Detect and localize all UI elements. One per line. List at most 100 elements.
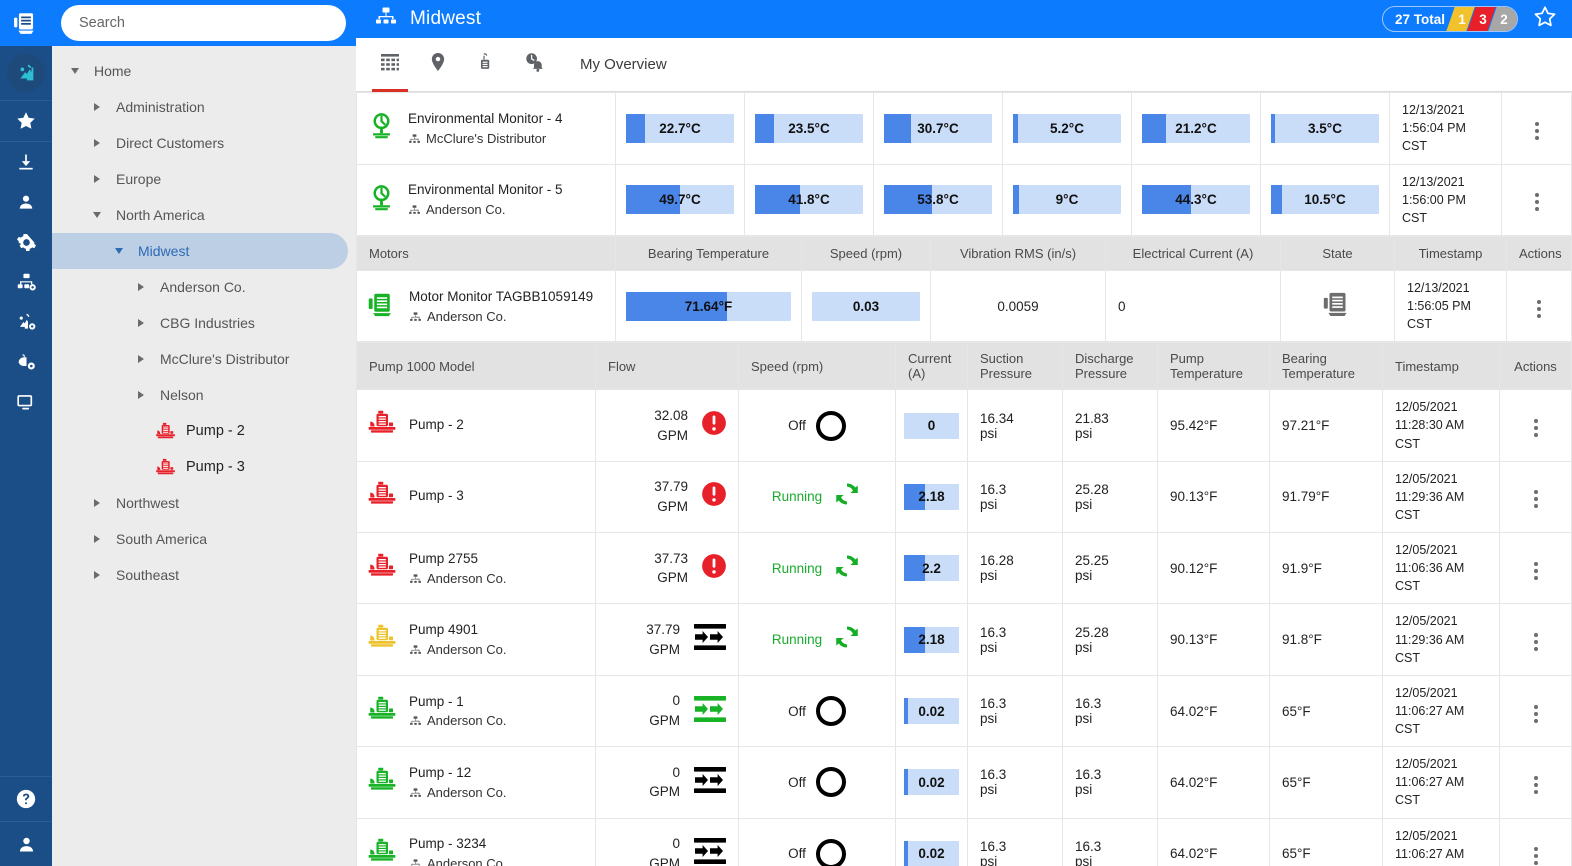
sidebar-item-europe[interactable]: Europe [52,161,348,197]
pump-name-cell[interactable]: Pump - 1 Anderson Co. [356,674,596,748]
motor-name-cell[interactable]: Motor Monitor TAGBB1059149 Anderson Co. [356,269,616,343]
pumps-col-current[interactable]: Current (A) [895,342,968,391]
tab-grid-table[interactable] [366,38,414,92]
status-badge[interactable]: 27 Total 1 3 2 [1381,6,1518,33]
sidebar-item-cbg-industries[interactable]: CBG Industries [52,305,348,341]
table-row[interactable]: Motor Monitor TAGBB1059149 Anderson Co. 71… [356,269,1572,343]
rail-item-download[interactable] [0,142,52,182]
rail-item-org-hierarchy-settings[interactable] [0,262,52,302]
sidebar-item-home[interactable]: Home [52,53,348,89]
environment-name-cell[interactable]: Environmental Monitor - 5 Anderson Co. [356,163,616,236]
motors-col-bearing-temperature[interactable]: Bearing Temperature [615,235,802,271]
rail-item-asset-settings[interactable] [0,302,52,342]
pump-name-cell[interactable]: Pump - 2 [356,389,596,462]
pumps-col-pump-temperature[interactable]: Pump Temperature [1157,342,1270,391]
sidebar-item-southeast[interactable]: Southeast [52,557,348,593]
motors-col-current[interactable]: Electrical Current (A) [1105,235,1281,271]
pumps-col-flow[interactable]: Flow [595,342,739,391]
table-row[interactable]: Pump 4901 Anderson Co. 37.79 GPM Running 2.18… [356,603,1572,676]
sidebar-item-mcclure-s-distributor[interactable]: McClure's Distributor [52,341,348,377]
actions-cell[interactable] [1506,269,1572,343]
chevron-right-icon[interactable] [86,535,108,543]
actions-cell[interactable] [1499,460,1572,534]
rail-item-star[interactable] [0,101,52,141]
sidebar-item-northwest[interactable]: Northwest [52,485,348,521]
rail-item-settings[interactable] [0,222,52,262]
pump-name-cell[interactable]: Pump 4901 Anderson Co. [356,603,596,676]
pumps-col-bearing-temperature[interactable]: Bearing Temperature [1269,342,1383,391]
actions-cell[interactable] [1499,603,1572,676]
table-row[interactable]: Pump - 3234 Anderson Co. 0 GPM Off 0.02 16.3 ps… [356,817,1572,866]
more-vertical-icon[interactable] [1527,189,1547,215]
motors-col-name[interactable]: Motors [356,235,616,271]
chevron-right-icon[interactable] [86,175,108,183]
motors-col-speed[interactable]: Speed (rpm) [801,235,931,271]
tab-assets[interactable] [462,38,510,92]
actions-cell[interactable] [1499,532,1572,605]
sidebar-item-direct-customers[interactable]: Direct Customers [52,125,348,161]
pumps-col-name[interactable]: Pump 1000 Model [356,342,596,391]
pump-name-cell[interactable]: Pump - 12 Anderson Co. [356,746,596,819]
chevron-right-icon[interactable] [86,103,108,111]
actions-cell[interactable] [1499,674,1572,748]
sidebar-item-north-america[interactable]: North America [52,197,348,233]
table-row[interactable]: Pump 2755 Anderson Co. 37.73 GPM Running 2.2 1… [356,532,1572,605]
chevron-right-icon[interactable] [130,319,152,327]
search-input[interactable]: Search [61,5,346,41]
sidebar-item-anderson-co[interactable]: Anderson Co. [52,269,348,305]
tab-location-map[interactable] [414,38,462,92]
motors-col-timestamp[interactable]: Timestamp [1394,235,1507,271]
pump-name-cell[interactable]: Pump - 3 [356,460,596,534]
chevron-down-icon[interactable] [64,68,86,74]
data-scroll-area[interactable]: Environmental Monitor - 4 McClure's Distr… [356,92,1572,866]
account-button[interactable] [0,822,52,866]
more-vertical-icon[interactable] [1527,118,1547,144]
rail-item-device-settings[interactable] [0,342,52,382]
actions-cell[interactable] [1501,92,1572,165]
chevron-right-icon[interactable] [86,571,108,579]
pump-name-cell[interactable]: Pump 2755 Anderson Co. [356,532,596,605]
sidebar-item-pump-3[interactable]: Pump - 3 [52,449,348,485]
table-row[interactable]: Pump - 1 Anderson Co. 0 GPM Off 0.02 16.3 psi 16… [356,674,1572,748]
rail-item-display-settings[interactable] [0,382,52,422]
motors-col-actions[interactable]: Actions [1506,235,1572,271]
sidebar-item-pump-2[interactable]: Pump - 2 [52,413,348,449]
star-outline-icon[interactable] [1532,4,1558,35]
pumps-col-suction-pressure[interactable]: Suction Pressure [967,342,1063,391]
pumps-col-speed[interactable]: Speed (rpm) [738,342,896,391]
sidebar-item-nelson[interactable]: Nelson [52,377,348,413]
pumps-col-actions[interactable]: Actions [1499,342,1572,391]
chevron-right-icon[interactable] [86,499,108,507]
chevron-right-icon[interactable] [130,355,152,363]
chevron-right-icon[interactable] [130,283,152,291]
more-vertical-icon[interactable] [1526,415,1546,441]
sidebar-item-administration[interactable]: Administration [52,89,348,125]
sidebar-item-midwest[interactable]: Midwest [52,233,348,269]
pump-name-cell[interactable]: Pump - 3234 Anderson Co. [356,817,596,866]
more-vertical-icon[interactable] [1526,843,1546,866]
tab-label-my-overview[interactable]: My Overview [580,56,667,73]
pumps-col-timestamp[interactable]: Timestamp [1382,342,1500,391]
help-button[interactable] [0,777,52,821]
rail-item-asset-monitoring[interactable] [0,46,52,100]
more-vertical-icon[interactable] [1526,629,1546,655]
more-vertical-icon[interactable] [1529,296,1549,322]
more-vertical-icon[interactable] [1526,486,1546,512]
actions-cell[interactable] [1501,163,1572,236]
chevron-down-icon[interactable] [108,248,130,254]
motors-col-vibration[interactable]: Vibration RMS (in/s) [930,235,1106,271]
pumps-col-discharge-pressure[interactable]: Discharge Pressure [1062,342,1158,391]
more-vertical-icon[interactable] [1526,701,1546,727]
environment-name-cell[interactable]: Environmental Monitor - 4 McClure's Distr… [356,92,616,165]
chevron-right-icon[interactable] [130,391,152,399]
app-logo[interactable] [0,0,52,46]
table-row[interactable]: Pump - 2 32.08 GPM Off 0 16.34 psi 21.83 psi 95.4… [356,389,1572,462]
actions-cell[interactable] [1499,817,1572,866]
table-row[interactable]: Environmental Monitor - 5 Anderson Co. 49.… [356,163,1572,236]
actions-cell[interactable] [1499,389,1572,462]
actions-cell[interactable] [1499,746,1572,819]
chevron-down-icon[interactable] [86,212,108,218]
table-row[interactable]: Environmental Monitor - 4 McClure's Distr… [356,92,1572,165]
table-row[interactable]: Pump - 12 Anderson Co. 0 GPM Off 0.02 16.3 psi 1… [356,746,1572,819]
more-vertical-icon[interactable] [1526,558,1546,584]
